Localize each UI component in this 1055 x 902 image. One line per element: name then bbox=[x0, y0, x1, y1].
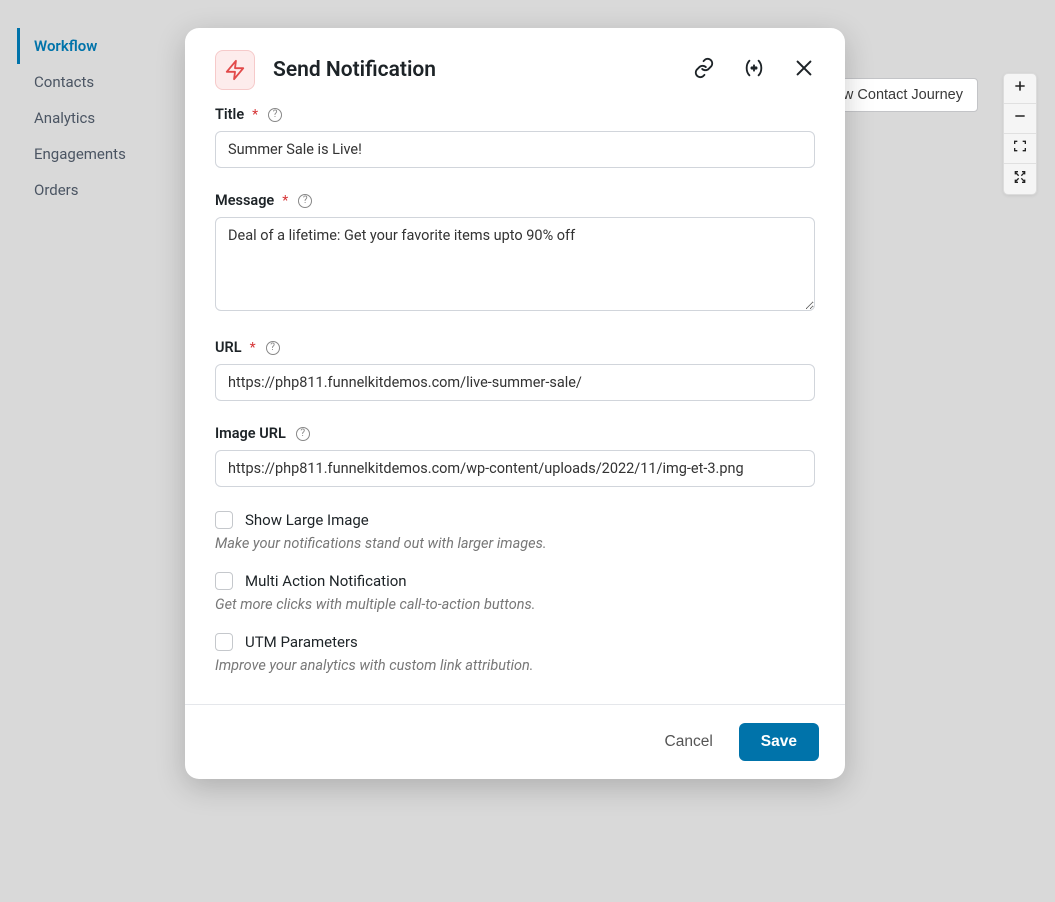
show-large-image-checkbox[interactable] bbox=[215, 511, 233, 529]
show-large-image-label: Show Large Image bbox=[245, 511, 369, 529]
merge-tags-button[interactable] bbox=[743, 57, 765, 83]
lightning-icon bbox=[215, 50, 255, 90]
help-icon[interactable]: ? bbox=[268, 108, 282, 122]
url-label: URL bbox=[215, 339, 242, 356]
sidebar-nav: Workflow Contacts Analytics Engagements … bbox=[17, 28, 177, 208]
cancel-button[interactable]: Cancel bbox=[665, 733, 713, 751]
close-button[interactable] bbox=[793, 57, 815, 83]
title-input[interactable] bbox=[215, 131, 815, 168]
sidebar-item-contacts[interactable]: Contacts bbox=[17, 64, 177, 100]
zoom-fit-button[interactable] bbox=[1004, 134, 1036, 164]
zoom-fullscreen-button[interactable] bbox=[1004, 164, 1036, 194]
help-icon[interactable]: ? bbox=[296, 427, 310, 441]
page-root: Workflow Contacts Analytics Engagements … bbox=[0, 0, 1055, 902]
help-icon[interactable]: ? bbox=[298, 194, 312, 208]
title-group: Title * ? bbox=[215, 106, 815, 168]
link-button[interactable] bbox=[693, 57, 715, 83]
sidebar-item-engagements[interactable]: Engagements bbox=[17, 136, 177, 172]
send-notification-modal: Send Notification bbox=[185, 28, 845, 779]
modal-title: Send Notification bbox=[273, 58, 693, 82]
zoom-out-button[interactable] bbox=[1004, 104, 1036, 134]
close-icon bbox=[793, 57, 815, 83]
fit-icon bbox=[1012, 138, 1028, 159]
modal-header-actions bbox=[693, 57, 815, 83]
multi-action-label: Multi Action Notification bbox=[245, 572, 407, 590]
message-group: Message * ? bbox=[215, 192, 815, 315]
modal-body: Title * ? Message * ? URL * bbox=[185, 106, 845, 704]
merge-tags-icon bbox=[743, 57, 765, 83]
zoom-in-button[interactable] bbox=[1004, 74, 1036, 104]
message-textarea[interactable] bbox=[215, 217, 815, 311]
utm-group: UTM Parameters Improve your analytics wi… bbox=[215, 633, 815, 674]
save-button[interactable]: Save bbox=[739, 723, 819, 761]
multi-action-checkbox[interactable] bbox=[215, 572, 233, 590]
utm-label: UTM Parameters bbox=[245, 633, 358, 651]
url-group: URL * ? bbox=[215, 339, 815, 401]
url-input[interactable] bbox=[215, 364, 815, 401]
required-mark: * bbox=[282, 193, 288, 209]
image-url-input[interactable] bbox=[215, 450, 815, 487]
modal-footer: Cancel Save bbox=[185, 704, 845, 779]
required-mark: * bbox=[250, 340, 256, 356]
sidebar-item-workflow[interactable]: Workflow bbox=[17, 28, 177, 64]
sidebar-item-orders[interactable]: Orders bbox=[17, 172, 177, 208]
utm-desc: Improve your analytics with custom link … bbox=[215, 657, 815, 674]
show-large-image-desc: Make your notifications stand out with l… bbox=[215, 535, 815, 552]
modal-header: Send Notification bbox=[185, 28, 845, 106]
message-label: Message bbox=[215, 192, 274, 209]
image-url-label: Image URL bbox=[215, 425, 286, 442]
show-large-image-group: Show Large Image Make your notifications… bbox=[215, 511, 815, 552]
utm-checkbox[interactable] bbox=[215, 633, 233, 651]
help-icon[interactable]: ? bbox=[266, 341, 280, 355]
minus-icon bbox=[1012, 108, 1028, 129]
fullscreen-icon bbox=[1012, 169, 1028, 190]
zoom-controls bbox=[1003, 73, 1037, 195]
required-mark: * bbox=[252, 107, 258, 123]
link-icon bbox=[693, 57, 715, 83]
multi-action-group: Multi Action Notification Get more click… bbox=[215, 572, 815, 613]
title-label: Title bbox=[215, 106, 244, 123]
sidebar-item-analytics[interactable]: Analytics bbox=[17, 100, 177, 136]
multi-action-desc: Get more clicks with multiple call-to-ac… bbox=[215, 596, 815, 613]
image-url-group: Image URL ? bbox=[215, 425, 815, 487]
plus-icon bbox=[1012, 78, 1028, 99]
